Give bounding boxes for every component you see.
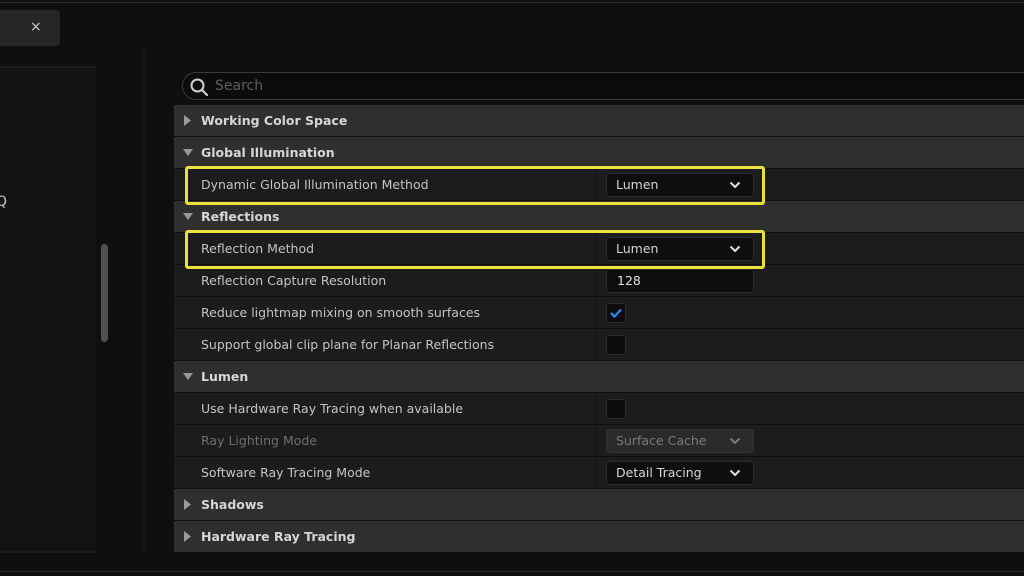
column-splitter[interactable]: [596, 169, 597, 200]
property-label: Use Hardware Ray Tracing when available: [201, 401, 464, 416]
bottom-divider: [0, 571, 1024, 572]
close-icon[interactable]: ×: [30, 18, 42, 36]
column-splitter[interactable]: [596, 393, 597, 424]
category-label: Lumen: [201, 369, 249, 384]
category-reflections[interactable]: Reflections: [174, 201, 1024, 233]
category-label: Global Illumination: [201, 145, 335, 160]
search-box[interactable]: [182, 72, 1024, 100]
hw-ray-tracing-checkbox[interactable]: [606, 399, 626, 419]
column-splitter[interactable]: [596, 329, 597, 360]
category-label: Working Color Space: [201, 113, 348, 128]
left-panel-glyph: Q: [0, 194, 8, 210]
column-splitter[interactable]: [596, 233, 597, 264]
checkmark-icon: [610, 308, 622, 318]
category-hardware-ray-tracing[interactable]: Hardware Ray Tracing: [174, 521, 1024, 553]
expand-arrow-icon[interactable]: [182, 489, 194, 520]
column-splitter[interactable]: [596, 457, 597, 488]
property-capture-resolution: Reflection Capture Resolution 128: [174, 265, 1024, 297]
left-panel: [0, 66, 96, 553]
chevron-down-icon: [729, 181, 741, 189]
property-list: Working Color Space Global Illumination …: [174, 105, 1024, 553]
dropdown-value: Surface Cache: [616, 433, 707, 448]
property-label: Reflection Capture Resolution: [201, 273, 387, 288]
capture-resolution-input[interactable]: 128: [606, 269, 754, 293]
reflection-method-dropdown[interactable]: Lumen: [606, 237, 754, 261]
collapse-arrow-icon[interactable]: [182, 361, 194, 392]
left-panel-divider: [0, 551, 96, 553]
property-dgi-method: Dynamic Global Illumination Method Lumen: [174, 169, 1024, 201]
search-icon: [190, 78, 209, 97]
property-reduce-lightmap: Reduce lightmap mixing on smooth surface…: [174, 297, 1024, 329]
chevron-down-icon: [729, 245, 741, 253]
column-splitter[interactable]: [596, 297, 597, 328]
dropdown-value: Lumen: [616, 241, 659, 256]
property-label: Reduce lightmap mixing on smooth surface…: [201, 305, 481, 320]
property-label: Dynamic Global Illumination Method: [201, 177, 429, 192]
category-global-illumination[interactable]: Global Illumination: [174, 137, 1024, 169]
dgi-method-dropdown[interactable]: Lumen: [606, 173, 754, 197]
category-label: Hardware Ray Tracing: [201, 529, 356, 544]
category-label: Reflections: [201, 209, 280, 224]
property-reflection-method: Reflection Method Lumen: [174, 233, 1024, 265]
left-scrollbar[interactable]: [101, 244, 108, 342]
expand-arrow-icon[interactable]: [182, 521, 194, 552]
collapse-arrow-icon[interactable]: [182, 137, 194, 168]
category-shadows[interactable]: Shadows: [174, 489, 1024, 521]
top-divider: [0, 2, 1024, 3]
search-input[interactable]: [215, 75, 815, 97]
property-clip-plane: Support global clip plane for Planar Ref…: [174, 329, 1024, 361]
details-panel: Working Color Space Global Illumination …: [174, 56, 1024, 556]
collapse-arrow-icon[interactable]: [182, 201, 194, 232]
column-splitter[interactable]: [596, 265, 597, 296]
column-splitter[interactable]: [596, 425, 597, 456]
property-ray-lighting-mode: Ray Lighting Mode Surface Cache: [174, 425, 1024, 457]
sw-ray-tracing-mode-dropdown[interactable]: Detail Tracing: [606, 461, 754, 485]
panel-separator: [143, 48, 145, 553]
dropdown-value: Lumen: [616, 177, 659, 192]
editor-frame: × Q Working Color Space Global Illuminat…: [0, 0, 1024, 576]
property-label: Software Ray Tracing Mode: [201, 465, 371, 480]
numeric-value: 128: [617, 273, 641, 288]
clip-plane-checkbox[interactable]: [606, 335, 626, 355]
category-lumen[interactable]: Lumen: [174, 361, 1024, 393]
category-label: Shadows: [201, 497, 264, 512]
property-hw-ray-tracing: Use Hardware Ray Tracing when available: [174, 393, 1024, 425]
property-label: Reflection Method: [201, 241, 315, 256]
reduce-lightmap-checkbox[interactable]: [606, 303, 626, 323]
chevron-down-icon: [729, 469, 741, 477]
property-label: Ray Lighting Mode: [201, 433, 317, 448]
category-working-color-space[interactable]: Working Color Space: [174, 105, 1024, 137]
ray-lighting-mode-dropdown: Surface Cache: [606, 429, 754, 453]
property-sw-ray-tracing-mode: Software Ray Tracing Mode Detail Tracing: [174, 457, 1024, 489]
chevron-down-icon: [729, 437, 741, 445]
expand-arrow-icon[interactable]: [182, 105, 194, 136]
dropdown-value: Detail Tracing: [616, 465, 702, 480]
property-label: Support global clip plane for Planar Ref…: [201, 337, 495, 352]
